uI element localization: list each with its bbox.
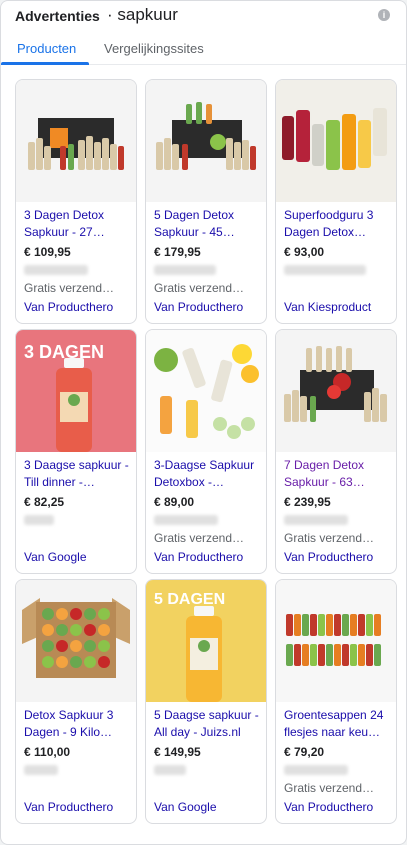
panel-header: Advertenties · sapkuur i	[1, 1, 406, 31]
product-price: € 179,95	[154, 245, 201, 259]
blurred-rating	[154, 515, 218, 525]
product-image[interactable]	[276, 80, 396, 202]
product-image[interactable]	[276, 580, 396, 702]
shopping-ads-panel: Advertenties · sapkuur i Producten Verge…	[0, 0, 407, 845]
product-price: € 89,00	[154, 495, 195, 509]
seller-link[interactable]: Van Kiesproduct	[284, 300, 371, 314]
info-icon[interactable]: i	[378, 9, 390, 21]
ads-label: Advertenties	[15, 8, 100, 24]
product-title[interactable]: Detox Sapkuur 3 Dagen - 9 Kilo…	[24, 707, 132, 741]
product-title[interactable]: 3-Daagse Sapkuur Detoxbox -…	[154, 457, 262, 491]
seller-link[interactable]: Van Producthero	[154, 300, 243, 314]
seller-link[interactable]: Van Google	[24, 550, 87, 564]
active-tab-indicator	[1, 62, 89, 65]
product-card[interactable]: Superfoodguru 3 Dagen Detox… € 93,00 Van…	[275, 79, 397, 324]
product-price: € 110,00	[24, 745, 71, 759]
blurred-rating	[24, 265, 88, 275]
product-card[interactable]: 5 DAGEN 5 Daagse sapkuur - All day - Jui…	[145, 579, 267, 824]
product-title[interactable]: 7 Dagen Detox Sapkuur - 63…	[284, 457, 392, 491]
product-price: € 82,25	[24, 495, 65, 509]
product-price: € 149,95	[154, 745, 201, 759]
product-price: € 79,20	[284, 745, 325, 759]
shipping-info: Gratis verzend…	[24, 281, 115, 295]
product-image[interactable]	[146, 330, 266, 452]
blurred-rating	[284, 515, 348, 525]
product-title[interactable]: 5 Dagen Detox Sapkuur - 45…	[154, 207, 262, 241]
product-image[interactable]	[16, 80, 136, 202]
seller-link[interactable]: Van Producthero	[284, 550, 373, 564]
product-image[interactable]: 5 DAGEN	[146, 580, 266, 702]
tab-bar: Producten Vergelijkingssites	[1, 37, 406, 65]
tab-producten[interactable]: Producten	[17, 41, 76, 56]
blurred-rating	[154, 265, 216, 275]
product-card[interactable]: 5 Dagen Detox Sapkuur - 45… € 179,95 Gra…	[145, 79, 267, 324]
product-price: € 109,95	[24, 245, 71, 259]
product-card[interactable]: 7 Dagen Detox Sapkuur - 63… € 239,95 Gra…	[275, 329, 397, 574]
product-title[interactable]: Superfoodguru 3 Dagen Detox…	[284, 207, 392, 241]
product-card[interactable]: 3-Daagse Sapkuur Detoxbox -… € 89,00 Gra…	[145, 329, 267, 574]
product-title[interactable]: 5 Daagse sapkuur - All day - Juizs.nl	[154, 707, 262, 741]
product-price: € 239,95	[284, 495, 331, 509]
product-title[interactable]: 3 Dagen Detox Sapkuur - 27…	[24, 207, 132, 241]
blurred-rating	[284, 265, 366, 275]
product-image[interactable]	[146, 80, 266, 202]
shipping-info: Gratis verzend…	[284, 531, 375, 545]
blurred-rating	[24, 515, 54, 525]
product-image[interactable]	[16, 580, 136, 702]
blurred-rating	[154, 765, 186, 775]
product-title[interactable]: 3 Daagse sapkuur - Till dinner -…	[24, 457, 132, 491]
product-price: € 93,00	[284, 245, 325, 259]
product-image[interactable]: 3 DAGEN	[16, 330, 136, 452]
shipping-info: Gratis verzend…	[284, 781, 375, 795]
seller-link[interactable]: Van Producthero	[24, 300, 113, 314]
search-query: · sapkuur	[107, 5, 178, 24]
blurred-rating	[24, 765, 58, 775]
shipping-info: Gratis verzend…	[154, 531, 245, 545]
product-card[interactable]: 3 DAGEN 3 Daagse sapkuur - Till dinner -…	[15, 329, 137, 574]
blurred-rating	[284, 765, 348, 775]
product-title[interactable]: Groentesappen 24 flesjes naar keu…	[284, 707, 392, 741]
seller-link[interactable]: Van Producthero	[154, 550, 243, 564]
seller-link[interactable]: Van Google	[154, 800, 217, 814]
tab-vergelijkingssites[interactable]: Vergelijkingssites	[104, 41, 204, 56]
product-image[interactable]	[276, 330, 396, 452]
seller-link[interactable]: Van Producthero	[24, 800, 113, 814]
product-card[interactable]: Groentesappen 24 flesjes naar keu… € 79,…	[275, 579, 397, 824]
image-label: 5 DAGEN	[154, 591, 225, 608]
image-label: 3 DAGEN	[24, 342, 104, 362]
seller-link[interactable]: Van Producthero	[284, 800, 373, 814]
product-card[interactable]: 3 Dagen Detox Sapkuur - 27… € 109,95 Gra…	[15, 79, 137, 324]
product-card[interactable]: Detox Sapkuur 3 Dagen - 9 Kilo… € 110,00…	[15, 579, 137, 824]
shipping-info: Gratis verzend…	[154, 281, 245, 295]
